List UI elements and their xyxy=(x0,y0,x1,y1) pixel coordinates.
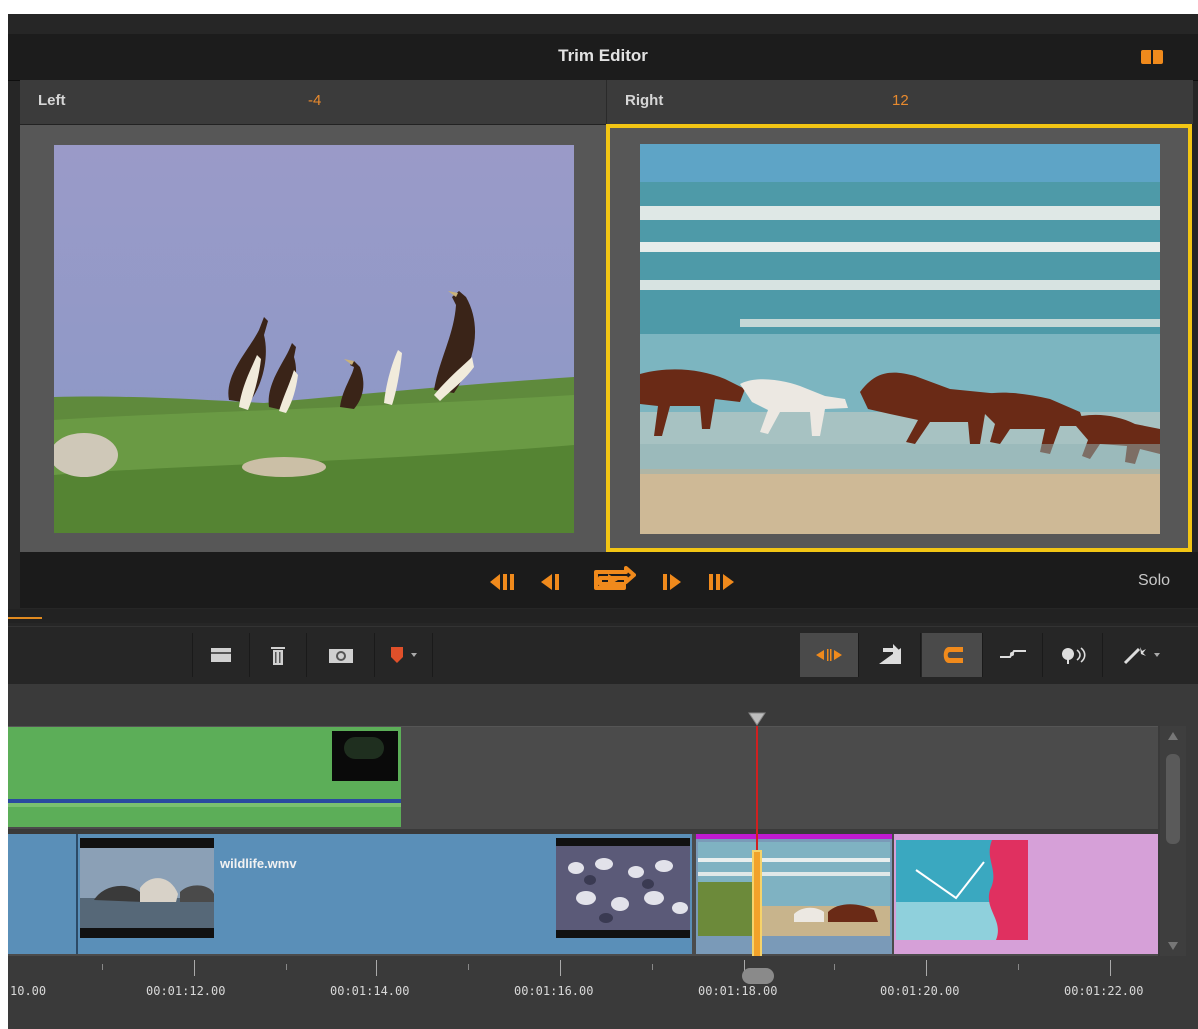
jump-to-end-icon[interactable] xyxy=(706,572,736,592)
ruler-tick xyxy=(1110,960,1111,976)
ruler-minor-tick xyxy=(1018,964,1019,970)
dynamic-length-icon xyxy=(1000,650,1026,658)
wildlife-thumbnail-start xyxy=(80,838,214,938)
dual-panel-toggle-icon[interactable] xyxy=(1141,50,1163,64)
left-label: Left xyxy=(38,92,66,109)
playhead-handle-icon[interactable] xyxy=(748,712,766,726)
magnet-snap-button[interactable] xyxy=(922,633,983,677)
clip-thumbnail xyxy=(332,731,398,781)
wildlife-thumbnail-end xyxy=(556,838,690,938)
green-clip[interactable] xyxy=(8,727,401,827)
audio-scrub-button[interactable] xyxy=(1044,633,1103,677)
jump-to-start-icon[interactable] xyxy=(488,572,518,592)
storyboard-icon xyxy=(211,648,231,662)
ruler-label: 00:01:18.00 xyxy=(698,984,778,998)
penguin-colony-image xyxy=(556,846,690,930)
window-title: Trim Editor xyxy=(558,46,648,65)
timeline-toolbar xyxy=(8,626,1198,683)
clip-name: wildlife.wmv xyxy=(220,856,297,871)
scrubber-knob[interactable] xyxy=(742,968,774,984)
timeline-top-area xyxy=(8,684,1158,724)
scroll-thumb[interactable] xyxy=(1166,754,1180,844)
magnet-snap-icon xyxy=(943,647,963,663)
storyboard-button[interactable] xyxy=(192,633,250,677)
snapshot-button[interactable] xyxy=(308,633,375,677)
ruler-minor-tick xyxy=(468,964,469,970)
trim-point-highlight[interactable] xyxy=(752,850,762,972)
trim-mode-icon xyxy=(816,649,842,661)
ruler-label: 00:01:20.00 xyxy=(880,984,960,998)
timeline[interactable]: wildlife.wmv 10.00 00:01:12.00 00:01:14.… xyxy=(8,684,1198,1029)
trash-icon xyxy=(271,647,285,665)
ruler-tick xyxy=(194,960,195,976)
delete-button[interactable] xyxy=(250,633,307,677)
transition-bar xyxy=(696,834,892,839)
left-video-frame xyxy=(54,145,574,533)
right-trim-value: 12 xyxy=(892,92,909,109)
effects-button[interactable] xyxy=(1104,633,1180,677)
transport-bar: Solo xyxy=(20,552,1198,608)
ruler-minor-tick xyxy=(286,964,287,970)
birds-on-rocks-image xyxy=(80,848,214,928)
insert-mode-button[interactable] xyxy=(860,633,921,677)
step-forward-icon[interactable] xyxy=(660,572,684,592)
scroll-down-icon[interactable] xyxy=(1168,942,1178,950)
ruler-minor-tick xyxy=(652,964,653,970)
insert-mode-icon xyxy=(879,644,901,664)
thumbnail-shape xyxy=(344,737,384,759)
effects-wand-icon xyxy=(1123,647,1160,665)
time-ruler[interactable]: 10.00 00:01:12.00 00:01:14.00 00:01:16.0… xyxy=(8,956,1158,1029)
timeline-track-2[interactable]: wildlife.wmv xyxy=(8,834,1158,956)
scroll-up-icon[interactable] xyxy=(1168,732,1178,740)
pink-clip[interactable] xyxy=(894,834,1158,954)
audio-scrub-icon xyxy=(1062,647,1086,664)
ruler-tick xyxy=(560,960,561,976)
ruler-label: 00:01:16.00 xyxy=(514,984,594,998)
wildlife-clip[interactable]: wildlife.wmv xyxy=(78,834,692,954)
left-trim-value: -4 xyxy=(308,92,322,109)
ruler-minor-tick xyxy=(834,964,835,970)
horses-scene-image xyxy=(640,144,1160,534)
clip-band xyxy=(8,803,401,807)
transition-clip[interactable] xyxy=(696,834,892,954)
pink-clip-thumbnail-image xyxy=(896,840,1028,940)
previous-clip[interactable] xyxy=(8,834,78,954)
trim-editor-window: Trim Editor Left -4 Right 12 Solo wildli… xyxy=(8,14,1198,1029)
trim-mode-button[interactable] xyxy=(800,633,859,677)
ruler-label: 00:01:14.00 xyxy=(330,984,410,998)
marker-icon xyxy=(391,647,417,663)
loop-play-icon[interactable] xyxy=(588,566,636,594)
right-preview-panel[interactable] xyxy=(606,124,1192,552)
right-label: Right xyxy=(625,92,664,109)
birds-scene-image xyxy=(54,145,574,533)
solo-toggle[interactable]: Solo xyxy=(1138,572,1170,590)
panel-separator xyxy=(8,609,1198,623)
ruler-label: 10.00 xyxy=(10,984,47,998)
ruler-label: 00:01:22.00 xyxy=(1064,984,1144,998)
left-header: Left -4 xyxy=(20,80,606,125)
vertical-scrollbar[interactable] xyxy=(1160,726,1186,956)
timeline-track-1[interactable] xyxy=(8,726,1158,829)
marker-button[interactable] xyxy=(376,633,433,677)
right-video-frame xyxy=(640,144,1160,534)
position-marker xyxy=(8,617,42,619)
ruler-tick xyxy=(376,960,377,976)
dynamic-length-button[interactable] xyxy=(984,633,1043,677)
step-back-icon[interactable] xyxy=(538,572,562,592)
ruler-tick xyxy=(926,960,927,976)
right-header: Right 12 xyxy=(606,80,1193,125)
transition-thumbnail-image xyxy=(698,842,890,936)
title-bar: Trim Editor xyxy=(8,34,1198,81)
left-preview-panel[interactable] xyxy=(20,125,606,553)
ruler-minor-tick xyxy=(102,964,103,970)
ruler-label: 00:01:12.00 xyxy=(146,984,226,998)
snapshot-camera-icon xyxy=(329,649,353,663)
